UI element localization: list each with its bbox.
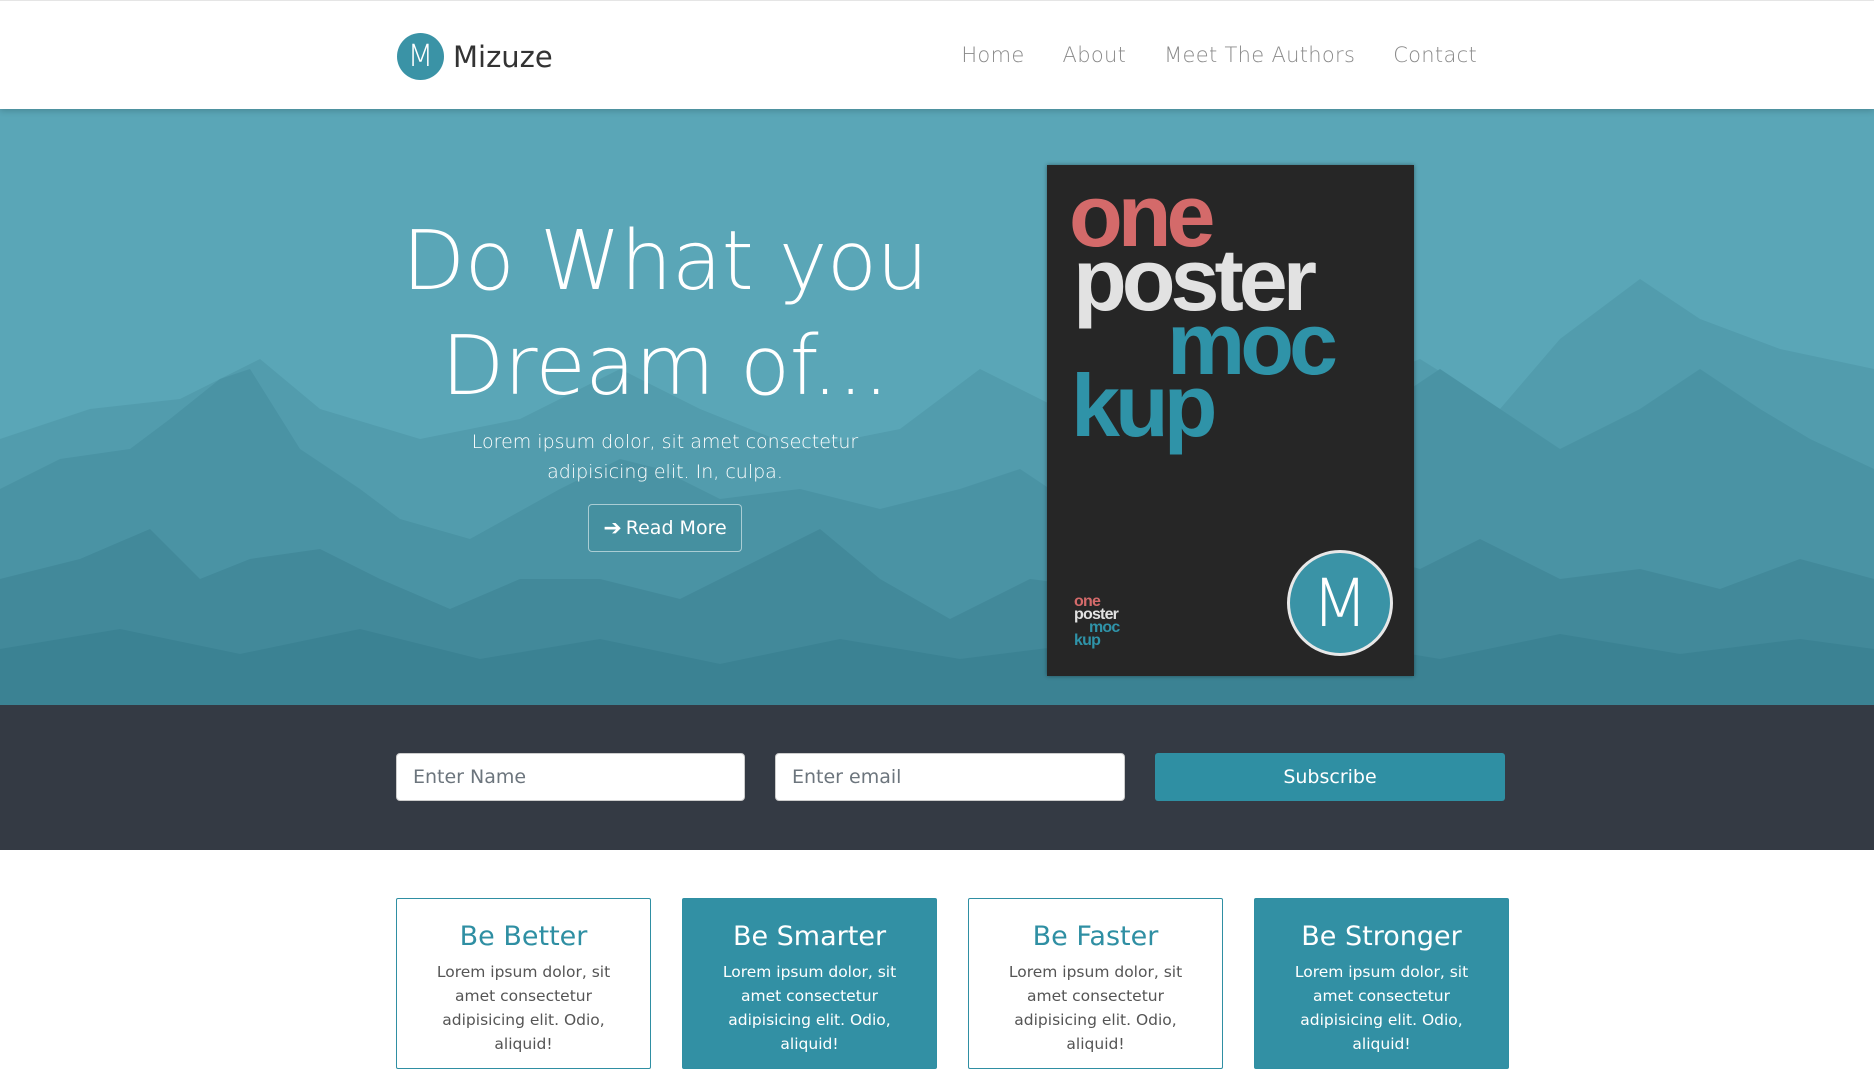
- read-more-label: Read More: [625, 517, 727, 539]
- email-input[interactable]: [775, 753, 1125, 801]
- nav-link-about[interactable]: About: [1063, 43, 1127, 67]
- feature-card-be-better: Be Better Lorem ipsum dolor, sit amet co…: [396, 898, 651, 1069]
- subscribe-button[interactable]: Subscribe: [1155, 753, 1505, 801]
- feature-card-title: Be Faster: [1032, 921, 1159, 952]
- feature-card-text: Lorem ipsum dolor, sit amet consectetur …: [436, 963, 611, 1053]
- features-section: Be Better Lorem ipsum dolor, sit amet co…: [396, 898, 1509, 1069]
- feature-card-be-smarter: Be Smarter Lorem ipsum dolor, sit amet c…: [682, 898, 937, 1069]
- poster-logo-icon: M: [1287, 550, 1393, 656]
- nav-link-contact[interactable]: Contact: [1393, 43, 1477, 67]
- name-input[interactable]: [396, 753, 745, 801]
- poster-mockup-image: one poster moc kup one poster moc kup M: [1047, 165, 1414, 676]
- brand-logo-icon: M: [397, 33, 444, 80]
- hero-title-line1: Do What you: [401, 214, 929, 309]
- brand-name: Mizuze: [453, 39, 553, 74]
- hero-text: Do What you Dream of... Lorem ipsum dolo…: [400, 209, 930, 552]
- nav-link-meet-the-authors[interactable]: Meet The Authors: [1164, 43, 1355, 67]
- hero-title: Do What you Dream of...: [400, 209, 930, 419]
- feature-card-be-stronger: Be Stronger Lorem ipsum dolor, sit amet …: [1254, 898, 1509, 1069]
- feature-card-title: Be Smarter: [732, 921, 887, 952]
- feature-card-title: Be Stronger: [1301, 921, 1462, 952]
- feature-card-title: Be Better: [459, 921, 588, 952]
- arrow-right-icon: ➔: [603, 515, 622, 541]
- hero-subtitle: Lorem ipsum dolor, sit amet consectetur …: [471, 431, 859, 483]
- hero-section: Do What you Dream of... Lorem ipsum dolo…: [0, 109, 1874, 705]
- brand[interactable]: M Mizuze: [397, 33, 553, 80]
- poster-word-kup: kup: [1071, 356, 1217, 455]
- poster-small-logo: one poster moc kup: [1074, 594, 1120, 649]
- feature-card-be-faster: Be Faster Lorem ipsum dolor, sit amet co…: [968, 898, 1223, 1069]
- hero-title-line2: Dream of...: [441, 319, 889, 414]
- feature-card-text: Lorem ipsum dolor, sit amet consectetur …: [1008, 963, 1183, 1053]
- nav-link-home[interactable]: Home: [961, 43, 1024, 67]
- navbar: M Mizuze Home About Meet The Authors Con…: [0, 0, 1874, 109]
- feature-card-text: Lorem ipsum dolor, sit amet consectetur …: [722, 963, 897, 1053]
- mountain-background: [0, 279, 1874, 705]
- feature-card-text: Lorem ipsum dolor, sit amet consectetur …: [1294, 963, 1469, 1053]
- subscribe-section: Subscribe: [0, 705, 1874, 850]
- read-more-button[interactable]: ➔ Read More: [588, 504, 742, 552]
- nav-menu: Home About Meet The Authors Contact: [923, 43, 1477, 67]
